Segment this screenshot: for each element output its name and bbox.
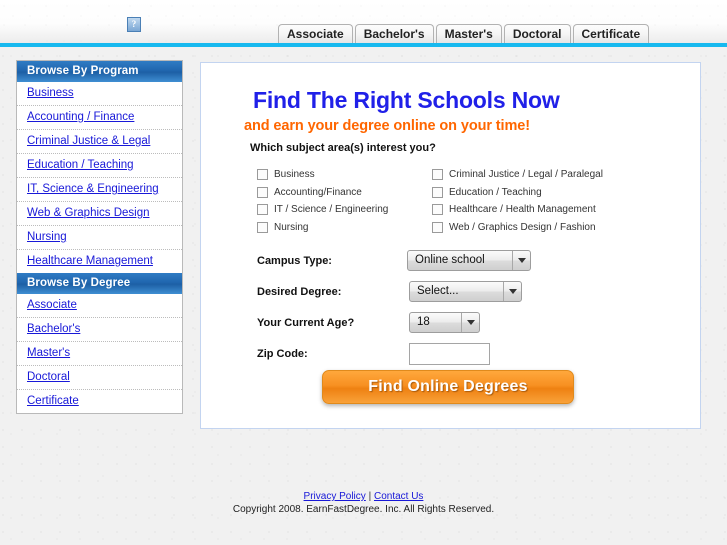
checkbox-input-business[interactable] xyxy=(257,169,268,181)
campus-type-select[interactable]: Online school xyxy=(407,250,531,271)
desired-degree-label: Desired Degree: xyxy=(257,285,342,298)
checkbox-label-it-science-engineering: IT / Science / Engineering xyxy=(274,204,389,216)
sidebar-item-nursing[interactable]: Nursing xyxy=(17,226,182,250)
sidebar-item-doctoral[interactable]: Doctoral xyxy=(17,366,182,390)
checkbox-label-education-teaching: Education / Teaching xyxy=(449,186,542,198)
checkbox-input-healthcare-management[interactable] xyxy=(432,204,443,216)
checkbox-web-graphics-design[interactable]: Web / Graphics Design / Fashion xyxy=(432,221,672,233)
checkbox-input-criminal-justice[interactable] xyxy=(432,169,443,181)
page-subtitle: and earn your degree online on your time… xyxy=(244,118,530,134)
campus-type-label: Campus Type: xyxy=(257,254,332,267)
sidebar-header-degree: Browse By Degree xyxy=(17,273,182,294)
primary-nav: Associate Bachelor's Master's Doctoral C… xyxy=(278,24,650,44)
checkbox-input-education-teaching[interactable] xyxy=(432,186,443,198)
page-title: Find The Right Schools Now xyxy=(253,87,560,113)
current-age-value: 18 xyxy=(417,316,430,328)
sidebar-item-accounting-finance[interactable]: Accounting / Finance xyxy=(17,106,182,130)
sidebar-item-web-graphics-design[interactable]: Web & Graphics Design xyxy=(17,202,182,226)
sidebar-item-masters[interactable]: Master's xyxy=(17,342,182,366)
field-row-zip-code: Zip Code: xyxy=(257,338,677,369)
checkbox-label-web-graphics-design: Web / Graphics Design / Fashion xyxy=(449,221,596,233)
tab-certificate[interactable]: Certificate xyxy=(572,24,650,44)
header-accent-rule xyxy=(0,43,727,47)
campus-type-value: Online school xyxy=(415,254,485,266)
zip-code-input[interactable] xyxy=(409,342,490,365)
sidebar-item-criminal-justice[interactable]: Criminal Justice & Legal xyxy=(17,130,182,154)
sidebar-item-healthcare-management[interactable]: Healthcare Management xyxy=(17,250,182,273)
sidebar-item-business[interactable]: Business xyxy=(17,82,182,106)
field-row-campus-type: Campus Type: Online school xyxy=(257,245,677,276)
field-row-desired-degree: Desired Degree: Select... xyxy=(257,276,677,307)
checkbox-label-healthcare-management: Healthcare / Health Management xyxy=(449,204,596,216)
checkbox-business[interactable]: Business xyxy=(257,169,432,181)
checkbox-row: Accounting/Finance Education / Teaching xyxy=(257,184,677,202)
broken-image-glyph: ? xyxy=(131,19,137,29)
desired-degree-select[interactable]: Select... xyxy=(409,281,522,302)
checkbox-label-criminal-justice: Criminal Justice / Legal / Paralegal xyxy=(449,169,603,181)
checkbox-criminal-justice[interactable]: Criminal Justice / Legal / Paralegal xyxy=(432,169,672,181)
privacy-policy-link[interactable]: Privacy Policy xyxy=(304,491,366,502)
checkbox-input-web-graphics-design[interactable] xyxy=(432,221,443,233)
sidebar-header-program: Browse By Program xyxy=(17,61,182,82)
checkbox-label-business: Business xyxy=(274,169,315,181)
checkbox-row: Nursing Web / Graphics Design / Fashion xyxy=(257,219,677,237)
site-footer: Privacy Policy | Contact Us Copyright 20… xyxy=(0,490,727,517)
chevron-down-icon xyxy=(512,251,530,270)
sidebar-item-education-teaching[interactable]: Education / Teaching xyxy=(17,154,182,178)
broken-image-icon: ? xyxy=(127,17,141,32)
footer-separator: | xyxy=(365,491,372,502)
sidebar-item-associate[interactable]: Associate xyxy=(17,294,182,318)
chevron-down-icon xyxy=(461,313,479,332)
checkbox-education-teaching[interactable]: Education / Teaching xyxy=(432,186,672,198)
zip-code-label: Zip Code: xyxy=(257,347,308,360)
sidebar-item-certificate[interactable]: Certificate xyxy=(17,390,182,413)
find-online-degrees-button[interactable]: Find Online Degrees xyxy=(322,370,574,404)
footer-links: Privacy Policy | Contact Us xyxy=(0,490,727,503)
contact-us-link[interactable]: Contact Us xyxy=(374,491,423,502)
tab-bachelors[interactable]: Bachelor's xyxy=(354,24,434,44)
checkbox-row: IT / Science / Engineering Healthcare / … xyxy=(257,201,677,219)
sidebar: Browse By Program Business Accounting / … xyxy=(16,60,183,414)
checkbox-accounting-finance[interactable]: Accounting/Finance xyxy=(257,186,432,198)
tab-associate[interactable]: Associate xyxy=(278,24,353,44)
desired-degree-value: Select... xyxy=(417,285,459,297)
checkbox-row: Business Criminal Justice / Legal / Para… xyxy=(257,166,677,184)
chevron-down-icon xyxy=(503,282,521,301)
checkbox-it-science-engineering[interactable]: IT / Science / Engineering xyxy=(257,204,432,216)
field-row-current-age: Your Current Age? 18 xyxy=(257,307,677,338)
current-age-select[interactable]: 18 xyxy=(409,312,480,333)
lead-form-fields: Campus Type: Online school Desired Degre… xyxy=(257,245,677,369)
checkbox-label-accounting-finance: Accounting/Finance xyxy=(274,186,362,198)
lead-form-panel: Find The Right Schools Now and earn your… xyxy=(200,62,701,429)
current-age-label: Your Current Age? xyxy=(257,316,355,329)
copyright-text: Copyright 2008. EarnFastDegree. Inc. All… xyxy=(232,504,495,515)
sidebar-item-bachelors[interactable]: Bachelor's xyxy=(17,318,182,342)
checkbox-nursing[interactable]: Nursing xyxy=(257,221,432,233)
checkbox-label-nursing: Nursing xyxy=(274,221,309,233)
checkbox-input-nursing[interactable] xyxy=(257,221,268,233)
checkbox-healthcare-management[interactable]: Healthcare / Health Management xyxy=(432,204,672,216)
checkbox-input-it-science-engineering[interactable] xyxy=(257,204,268,216)
find-online-degrees-label: Find Online Degrees xyxy=(368,378,528,395)
sidebar-item-it-science-engineering[interactable]: IT, Science & Engineering xyxy=(17,178,182,202)
tab-doctoral[interactable]: Doctoral xyxy=(503,24,571,44)
tab-masters[interactable]: Master's xyxy=(435,24,502,44)
subject-prompt-label: Which subject area(s) interest you? xyxy=(250,142,436,154)
checkbox-input-accounting-finance[interactable] xyxy=(257,186,268,198)
subject-checkbox-grid: Business Criminal Justice / Legal / Para… xyxy=(257,166,677,236)
